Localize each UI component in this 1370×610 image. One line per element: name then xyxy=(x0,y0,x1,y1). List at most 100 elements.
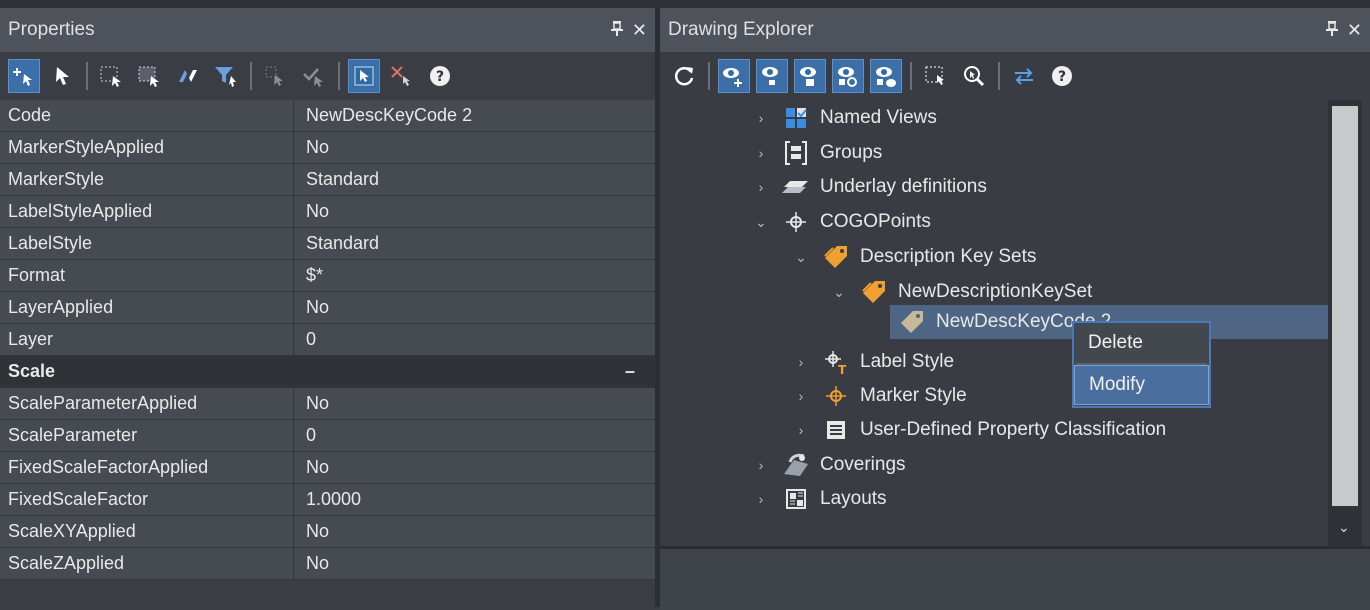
view-single-icon[interactable] xyxy=(794,59,826,93)
groups-icon xyxy=(782,139,810,167)
pin-icon[interactable] xyxy=(610,20,624,41)
property-row[interactable]: LayerApplied No xyxy=(0,292,655,324)
check-select-icon[interactable] xyxy=(298,59,330,93)
context-menu-delete[interactable]: Delete xyxy=(1074,323,1209,363)
property-value[interactable]: No xyxy=(293,388,655,419)
cogo-point-icon xyxy=(782,208,810,236)
zoom-icon[interactable] xyxy=(958,59,990,93)
property-row[interactable]: ScaleParameter 0 xyxy=(0,420,655,452)
tree-node-cogo-points[interactable]: ⌄ COGOPoints xyxy=(752,205,931,239)
select-cursor-icon[interactable] xyxy=(46,59,78,93)
property-row[interactable]: ScaleZApplied No xyxy=(0,548,655,580)
tag-icon xyxy=(822,243,850,271)
property-key: FixedScaleFactorApplied xyxy=(0,452,293,483)
property-value[interactable]: No xyxy=(293,516,655,547)
property-value[interactable]: $* xyxy=(293,260,655,291)
close-icon[interactable]: ✕ xyxy=(1347,20,1362,41)
deselect-icon[interactable] xyxy=(386,59,418,93)
window-select-filled-icon[interactable] xyxy=(134,59,166,93)
tree-node-new-description-key-set[interactable]: ⌄ NewDescriptionKeySet xyxy=(830,275,1092,309)
tree-node-underlay-definitions[interactable]: › Underlay definitions xyxy=(752,170,987,204)
tree-scrollbar[interactable]: ⌄ xyxy=(1328,100,1362,546)
sync-icon[interactable] xyxy=(1008,59,1040,93)
property-row[interactable]: Format $* xyxy=(0,260,655,292)
property-value[interactable]: No xyxy=(293,196,655,227)
explorer-tree: › Named Views › Groups › Underlay defini… xyxy=(660,100,1328,546)
property-key: ScaleParameterApplied xyxy=(0,388,293,419)
select-in-drawing-icon[interactable] xyxy=(920,59,952,93)
scroll-thumb[interactable] xyxy=(1332,106,1358,506)
tree-node-coverings[interactable]: › Coverings xyxy=(752,448,906,482)
node-label: Marker Style xyxy=(860,385,967,406)
tree-node-named-views[interactable]: › Named Views xyxy=(752,101,937,135)
property-row[interactable]: ScaleParameterApplied No xyxy=(0,388,655,420)
tree-node-layouts[interactable]: › Layouts xyxy=(752,482,887,516)
property-value[interactable]: No xyxy=(293,132,655,163)
property-value[interactable]: No xyxy=(293,292,655,323)
chevron-down-icon[interactable]: ⌄ xyxy=(1338,519,1350,536)
chevron-right-icon[interactable]: › xyxy=(792,388,810,404)
refresh-icon[interactable] xyxy=(668,59,700,93)
property-row[interactable]: MarkerStyle Standard xyxy=(0,164,655,196)
filter-icon[interactable] xyxy=(210,59,242,93)
property-value[interactable]: No xyxy=(293,548,655,579)
property-row[interactable]: LabelStyleApplied No xyxy=(0,196,655,228)
scale-section-header[interactable]: Scale – xyxy=(0,356,655,388)
svg-text:?: ? xyxy=(436,69,444,85)
property-row[interactable]: FixedScaleFactor 1.0000 xyxy=(0,484,655,516)
chevron-right-icon[interactable]: › xyxy=(752,110,770,126)
chevron-right-icon[interactable]: › xyxy=(792,422,810,438)
property-value[interactable]: NewDescKeyCode 2 xyxy=(293,100,655,131)
new-view-icon[interactable] xyxy=(718,59,750,93)
collapse-toggle[interactable]: – xyxy=(625,361,635,382)
svg-text:T: T xyxy=(838,363,847,375)
chevron-down-icon[interactable]: ⌄ xyxy=(792,249,810,266)
property-value[interactable]: 0 xyxy=(293,420,655,451)
tree-node-description-key-sets[interactable]: ⌄ Description Key Sets xyxy=(792,240,1036,274)
property-row[interactable]: MarkerStyleApplied No xyxy=(0,132,655,164)
chevron-right-icon[interactable]: › xyxy=(752,491,770,507)
select-similar-icon[interactable] xyxy=(260,59,292,93)
chevron-down-icon[interactable]: ⌄ xyxy=(752,214,770,231)
property-row[interactable]: ScaleXYApplied No xyxy=(0,516,655,548)
property-row[interactable]: LabelStyle Standard xyxy=(0,228,655,260)
properties-toolbar: ? xyxy=(0,52,655,100)
chevron-right-icon[interactable]: › xyxy=(752,457,770,473)
tree-node-user-defined-property-classification[interactable]: › User-Defined Property Classification xyxy=(792,413,1167,447)
chevron-down-icon[interactable]: ⌄ xyxy=(830,284,848,301)
help-icon[interactable]: ? xyxy=(1046,59,1078,93)
pin-icon[interactable] xyxy=(1325,20,1339,41)
tree-node-groups[interactable]: › Groups xyxy=(752,136,882,170)
property-key: LabelStyle xyxy=(0,228,293,259)
context-menu-modify[interactable]: Modify xyxy=(1074,365,1209,405)
property-row[interactable]: FixedScaleFactorApplied No xyxy=(0,452,655,484)
tree-node-label-style[interactable]: › T Label Style xyxy=(792,345,954,379)
node-label: Label Style xyxy=(860,351,955,372)
coverings-icon xyxy=(782,451,810,479)
property-value[interactable]: No xyxy=(293,452,655,483)
property-value[interactable]: Standard xyxy=(293,164,655,195)
property-key: ScaleZApplied xyxy=(0,548,293,579)
help-icon[interactable]: ? xyxy=(424,59,456,93)
chevron-right-icon[interactable]: › xyxy=(792,354,810,370)
tree-node-marker-style[interactable]: › Marker Style xyxy=(792,379,967,413)
add-selection-icon[interactable] xyxy=(8,59,40,93)
view-multi-icon[interactable] xyxy=(832,59,864,93)
swap-selection-icon[interactable] xyxy=(172,59,204,93)
property-value[interactable]: 0 xyxy=(293,324,655,355)
property-row[interactable]: Code NewDescKeyCode 2 xyxy=(0,100,655,132)
property-value[interactable]: 1.0000 xyxy=(293,484,655,515)
chevron-right-icon[interactable]: › xyxy=(752,145,770,161)
property-value[interactable]: Standard xyxy=(293,228,655,259)
property-key: LabelStyleApplied xyxy=(0,196,293,227)
tag-icon xyxy=(860,278,888,306)
list-icon xyxy=(822,416,850,444)
view-user-icon[interactable] xyxy=(870,59,902,93)
property-row[interactable]: Layer 0 xyxy=(0,324,655,356)
chevron-right-icon[interactable]: › xyxy=(752,179,770,195)
pick-object-icon[interactable] xyxy=(348,59,380,93)
close-icon[interactable]: ✕ xyxy=(632,20,647,41)
view-minus-icon[interactable] xyxy=(756,59,788,93)
window-select-icon[interactable] xyxy=(96,59,128,93)
explorer-toolbar: ? xyxy=(660,52,1370,100)
